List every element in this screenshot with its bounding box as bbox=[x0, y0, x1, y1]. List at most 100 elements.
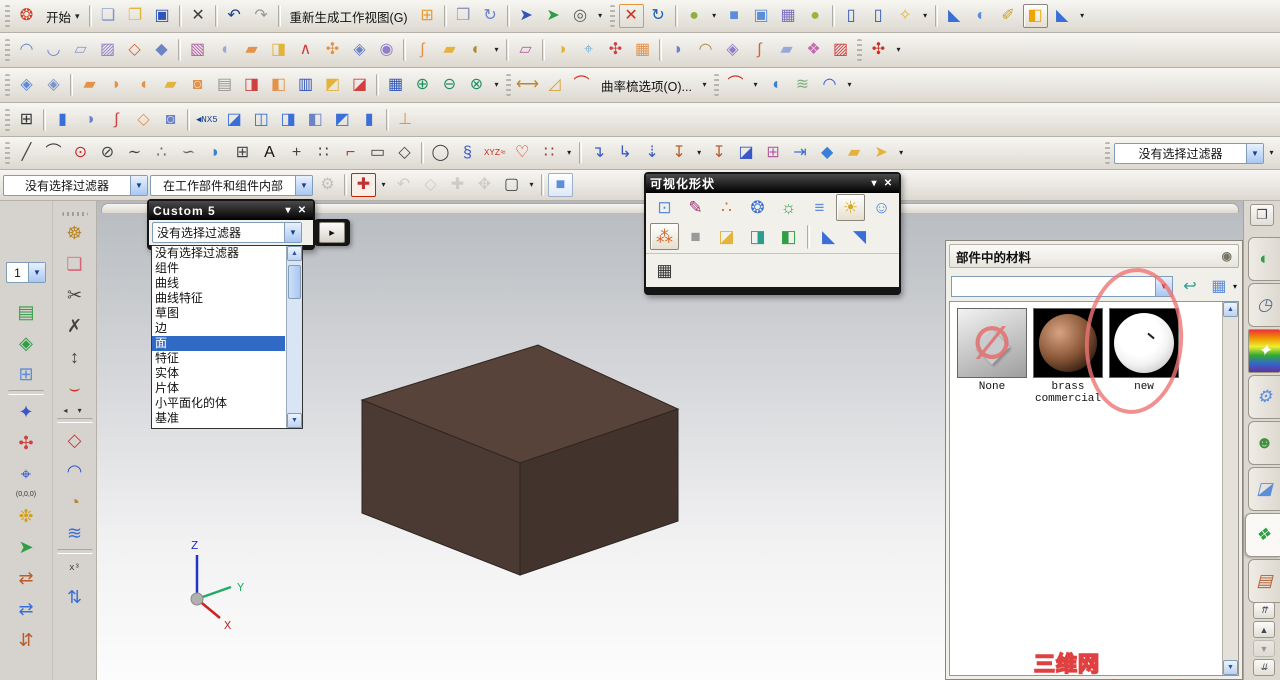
restore-window-button[interactable]: ❐ bbox=[1250, 204, 1274, 226]
roles-tab[interactable]: ☻ bbox=[1248, 421, 1280, 465]
wrap-curve-button[interactable]: ⇣ bbox=[640, 141, 665, 165]
hole-button[interactable]: ◪ bbox=[222, 108, 247, 132]
dropdown-arrow[interactable]: ▾ bbox=[526, 173, 537, 197]
scene-tab[interactable]: ◪ bbox=[1248, 467, 1280, 511]
filter-option-datum[interactable]: 基准 bbox=[152, 411, 285, 426]
custom5-titlebar[interactable]: Custom 5 ▾ ✕ bbox=[149, 201, 313, 220]
combine-projection-button[interactable]: ↳ bbox=[613, 141, 638, 165]
start-menu-button[interactable]: 开始 bbox=[41, 4, 85, 28]
pane-next-button[interactable]: ➤ bbox=[514, 4, 539, 28]
through-curves-button[interactable]: ◡ bbox=[41, 38, 66, 62]
curve-on-points-button[interactable]: ∽ bbox=[176, 141, 201, 165]
new-view-button[interactable]: ✧ bbox=[893, 4, 918, 28]
offset-surface-button[interactable]: ▰ bbox=[239, 38, 264, 62]
arc-button[interactable]: ⌒ bbox=[41, 141, 66, 165]
point-set-button[interactable]: ∷ bbox=[311, 141, 336, 165]
custom5-filter-combo[interactable]: 没有选择过滤器 bbox=[152, 222, 302, 243]
snap-point-button[interactable]: ✚ bbox=[351, 173, 376, 197]
close-icon[interactable]: ✕ bbox=[295, 205, 309, 216]
layer-visible-in-view-button[interactable]: ◈ bbox=[11, 328, 41, 357]
pane-snap-button[interactable]: ➤ bbox=[541, 4, 566, 28]
law-extension-button[interactable]: ✣ bbox=[320, 38, 345, 62]
palette-menu-icon[interactable]: ▾ bbox=[281, 205, 295, 216]
close-icon[interactable]: ✕ bbox=[881, 178, 895, 189]
boss-button[interactable]: ◫ bbox=[249, 108, 274, 132]
dropdown-arrow[interactable]: ▾ bbox=[1266, 141, 1277, 165]
filter-option-edge[interactable]: 边 bbox=[152, 321, 285, 336]
measure-distance-button[interactable]: ⟷ bbox=[515, 73, 540, 97]
scene-editor-button[interactable]: ◪ bbox=[712, 223, 741, 250]
scroll-top-button[interactable]: ⇈ bbox=[1253, 602, 1275, 619]
simplify-curve-button[interactable]: ⊞ bbox=[761, 141, 786, 165]
section-analysis-button[interactable]: ◖ bbox=[763, 73, 788, 97]
trimmed-sheet-button[interactable]: ◨ bbox=[266, 38, 291, 62]
circle-diameter-button[interactable]: ⊘ bbox=[95, 141, 120, 165]
dropdown-arrow[interactable]: ▾ bbox=[1077, 4, 1088, 28]
spotlight-button[interactable]: ☼ bbox=[774, 194, 803, 221]
blend-surface-button[interactable]: ◗ bbox=[666, 38, 691, 62]
smooth-spline-button[interactable]: ⌣ bbox=[60, 373, 90, 402]
point-cloud-button[interactable]: ✣ bbox=[603, 38, 628, 62]
rotate-view-button[interactable]: ↻ bbox=[478, 4, 503, 28]
art-appearance-button[interactable]: ⁂ bbox=[650, 223, 679, 250]
sketch-body-button[interactable]: ◗ bbox=[203, 141, 228, 165]
trim-curve-button[interactable]: ✂ bbox=[60, 280, 90, 309]
scroll-up-arrow[interactable]: ▲ bbox=[287, 246, 302, 261]
iso-orient-button[interactable]: ◧ bbox=[1022, 4, 1048, 28]
dropdown-arrow[interactable]: ▾ bbox=[844, 73, 855, 97]
sketch-layout-button[interactable]: ⊞ bbox=[14, 108, 39, 132]
ripple-surface-button[interactable]: ≋ bbox=[60, 518, 90, 547]
section-curve-button[interactable]: ▰ bbox=[842, 141, 867, 165]
dropdown-arrow[interactable]: ▾ bbox=[595, 4, 606, 28]
material-list-scrollbar[interactable]: ▲ ▼ bbox=[1222, 302, 1238, 675]
filter-option-feature[interactable]: 特征 bbox=[152, 351, 285, 366]
styled-sweep-button[interactable]: ▰ bbox=[774, 38, 799, 62]
studio-render-button[interactable]: ● bbox=[803, 4, 828, 28]
ellipse-button[interactable]: ◯ bbox=[428, 141, 453, 165]
fit-spline-button[interactable]: ∴ bbox=[149, 141, 174, 165]
actor-view-button[interactable]: ☺ bbox=[867, 194, 896, 221]
flange-button[interactable]: ▰ bbox=[158, 73, 183, 97]
deselect-button[interactable]: ↶ bbox=[391, 173, 416, 197]
delete-button[interactable]: ✕ bbox=[186, 4, 211, 28]
find-button[interactable]: ◎ bbox=[568, 4, 593, 28]
chevron-down-icon[interactable]: ▼ bbox=[1154, 276, 1172, 296]
extract-curve-button[interactable]: ➤ bbox=[869, 141, 894, 165]
tube-button[interactable]: ◙ bbox=[185, 73, 210, 97]
measure-angle-button[interactable]: ◿ bbox=[542, 73, 567, 97]
swoop-button[interactable]: ◑ bbox=[549, 38, 574, 62]
history-tab[interactable]: ◷ bbox=[1248, 283, 1280, 327]
offset-face-button[interactable]: ◪ bbox=[347, 73, 372, 97]
subtract-button[interactable]: ⊖ bbox=[437, 73, 462, 97]
notebook-tab[interactable]: ▤ bbox=[1248, 559, 1280, 603]
work-layer-combo[interactable]: 1 bbox=[6, 262, 46, 283]
sweep-along-guide-button[interactable]: ∫ bbox=[104, 108, 129, 132]
scroll-up-button[interactable]: ▲ bbox=[1253, 621, 1275, 638]
quickpick-button[interactable]: ◇ bbox=[418, 173, 443, 197]
shaded-cube-toggle[interactable]: ■ bbox=[548, 173, 573, 197]
basic-shade-button[interactable]: ■ bbox=[681, 223, 710, 250]
pane-right-button[interactable]: ▯ bbox=[866, 4, 891, 28]
section-block-button[interactable]: ◣ bbox=[942, 4, 967, 28]
trim-body-button[interactable]: ◨ bbox=[239, 73, 264, 97]
dropdown-arrow[interactable]: ▾ bbox=[750, 73, 761, 97]
scroll-down-arrow[interactable]: ▼ bbox=[287, 413, 302, 428]
mirror-body-button[interactable]: ▥ bbox=[293, 73, 318, 97]
dropdown-arrow[interactable]: ▾ bbox=[694, 141, 705, 165]
stroke-paint-button[interactable]: ✎ bbox=[681, 194, 710, 221]
dropdown-arrow[interactable]: ▾ bbox=[564, 141, 575, 165]
tools-tab[interactable]: ⚙ bbox=[1248, 375, 1280, 419]
offset-in-face-button[interactable]: ↧ bbox=[707, 141, 732, 165]
solid-block[interactable] bbox=[360, 344, 680, 576]
material-search-combo[interactable]: ▼ bbox=[951, 275, 1173, 297]
expression-button[interactable]: x³ bbox=[67, 556, 82, 580]
find-component-button[interactable]: ⚙ bbox=[315, 173, 340, 197]
offset-curve-button[interactable]: ↧ bbox=[667, 141, 692, 165]
dropdown-arrow[interactable]: ▾ bbox=[709, 4, 720, 28]
x-form-button[interactable]: ❖ bbox=[801, 38, 826, 62]
polygon-button[interactable]: ◇ bbox=[392, 141, 417, 165]
filter-option-curve[interactable]: 曲线 bbox=[152, 276, 285, 291]
pocket-button[interactable]: ◨ bbox=[276, 108, 301, 132]
thumbnail-view-button[interactable]: ▦ bbox=[1207, 274, 1231, 298]
save-button[interactable]: ▣ bbox=[150, 4, 175, 28]
